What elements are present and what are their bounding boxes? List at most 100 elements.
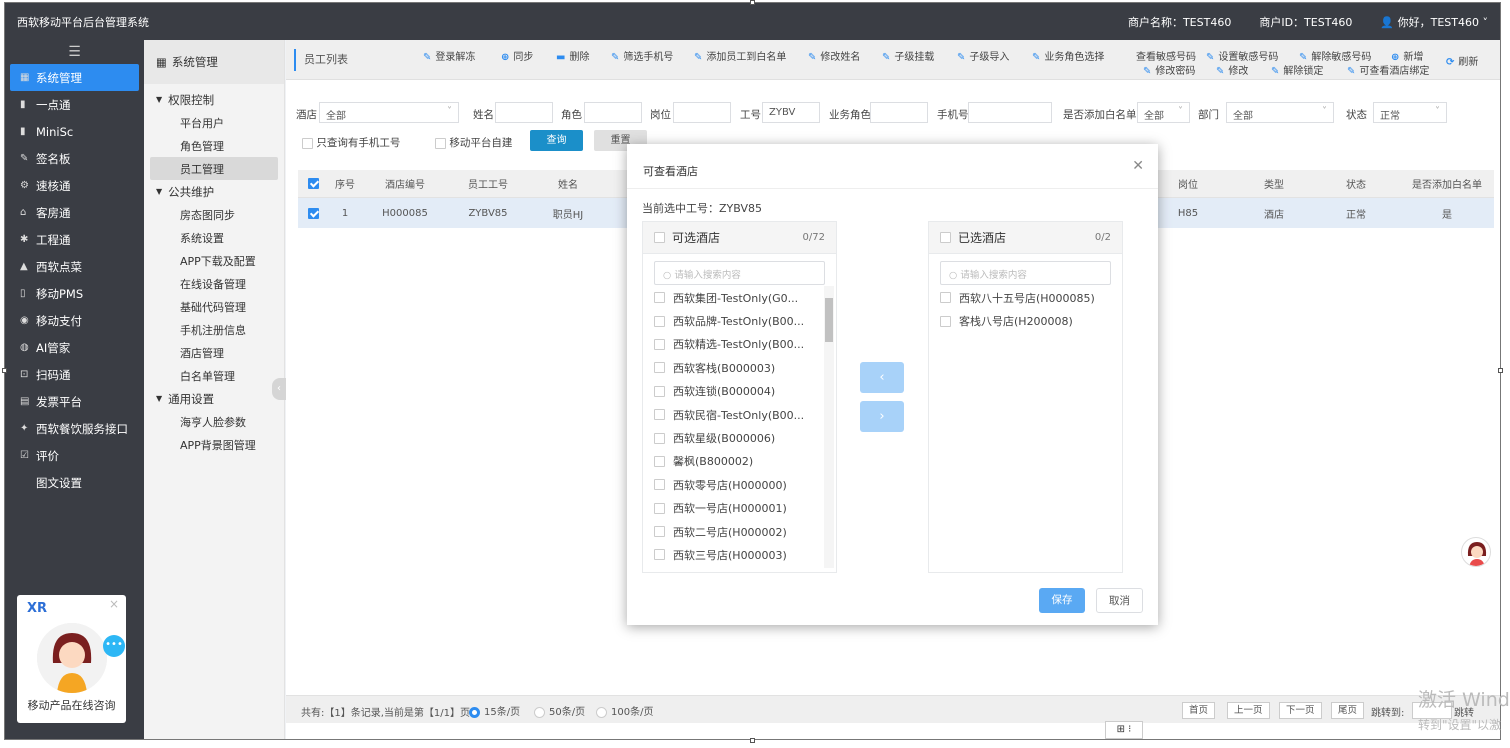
first-page-button[interactable]: 首页 bbox=[1182, 702, 1216, 719]
submenu-item[interactable]: APP背景图管理 bbox=[144, 433, 284, 456]
toolbar-button[interactable]: ✎ 子级导入 bbox=[957, 48, 1009, 63]
list-item[interactable]: 客栈八号店(H200008) bbox=[929, 309, 1108, 332]
toolbar-button[interactable]: ✎ 修改姓名 bbox=[808, 48, 860, 63]
checkbox[interactable] bbox=[654, 549, 665, 561]
sidebar-item[interactable]: ▤ 发票平台 bbox=[10, 388, 139, 415]
sidebar-item[interactable]: ◉ 移动支付 bbox=[10, 307, 139, 334]
page-size-15[interactable]: 15条/页 bbox=[469, 703, 520, 718]
checkbox[interactable] bbox=[940, 315, 951, 327]
sidebar-item[interactable]: ☑ 评价 bbox=[10, 442, 139, 469]
submenu-item[interactable]: 员工管理 bbox=[150, 157, 278, 180]
bizrole-input[interactable] bbox=[870, 102, 928, 123]
collapse-submenu-button[interactable]: ‹ bbox=[272, 378, 286, 400]
checkbox[interactable] bbox=[654, 479, 665, 491]
prev-page-button[interactable]: 上一页 bbox=[1227, 702, 1270, 719]
toolbar-button[interactable]: ✎ 登录解冻 bbox=[423, 48, 475, 63]
selected-search-input[interactable]: ○ 请输入搜索内容 bbox=[940, 261, 1111, 285]
resize-handle[interactable] bbox=[750, 738, 755, 743]
toolbar-button[interactable]: ✎ 解除锁定 bbox=[1271, 62, 1323, 77]
chat-widget[interactable]: XR × ••• 移动产品在线咨询 bbox=[17, 595, 126, 723]
page-size-50[interactable]: 50条/页 bbox=[534, 703, 585, 718]
list-item[interactable]: 西软民宿-TestOnly(B00... bbox=[643, 403, 822, 426]
toolbar-button[interactable]: ✎ 设置敏感号码 bbox=[1206, 48, 1278, 63]
checkbox[interactable] bbox=[654, 385, 665, 397]
select-all-checkbox[interactable] bbox=[940, 232, 951, 243]
list-item[interactable]: 西软零号店(H000000) bbox=[643, 473, 822, 496]
submenu-group[interactable]: ▼ 通用设置 bbox=[144, 387, 284, 410]
toolbar-button[interactable]: ⊕ 同步 bbox=[501, 48, 533, 63]
list-item[interactable]: 西软连锁(B000004) bbox=[643, 380, 822, 403]
checkbox[interactable] bbox=[654, 526, 665, 538]
row-checkbox[interactable] bbox=[298, 198, 328, 228]
grid-toggle-icon[interactable]: ⊞ ⁝ bbox=[1105, 721, 1143, 739]
next-page-button[interactable]: 下一页 bbox=[1279, 702, 1322, 719]
sidebar-item[interactable]: ⌂ 客房通 bbox=[10, 199, 139, 226]
toolbar-button[interactable]: ✎ 筛选手机号 bbox=[611, 48, 673, 63]
close-icon[interactable]: × bbox=[109, 597, 119, 611]
sidebar-item[interactable]: 图文设置 bbox=[10, 469, 139, 496]
list-item[interactable]: 西软二号店(H000002) bbox=[643, 520, 822, 543]
submenu-group[interactable]: ▼ 权限控制 bbox=[144, 88, 284, 111]
last-page-button[interactable]: 尾页 bbox=[1331, 702, 1365, 719]
list-item[interactable]: 西软八十五号店(H000085) bbox=[929, 286, 1108, 309]
move-left-button[interactable]: ‹ bbox=[860, 362, 904, 393]
move-right-button[interactable]: › bbox=[860, 401, 904, 432]
sidebar-item[interactable]: ▲ 西软点菜 bbox=[10, 253, 139, 280]
sidebar-item[interactable]: ✱ 工程通 bbox=[10, 226, 139, 253]
scrollbar-thumb[interactable] bbox=[825, 298, 833, 342]
list-item[interactable]: 西软三号店(H000003) bbox=[643, 543, 822, 566]
submenu-item[interactable]: 海亨人脸参数 bbox=[144, 410, 284, 433]
toolbar-button[interactable]: ✎ 子级挂载 bbox=[882, 48, 934, 63]
submenu-item[interactable]: APP下载及配置 bbox=[144, 249, 284, 272]
empno-input[interactable]: ZYBV bbox=[762, 102, 820, 123]
status-select[interactable]: 正常 ˅ bbox=[1373, 102, 1447, 123]
self-built-checkbox[interactable]: 移动平台自建 bbox=[435, 135, 512, 150]
dept-select[interactable]: 全部 ˅ bbox=[1226, 102, 1334, 123]
submenu-item[interactable]: 在线设备管理 bbox=[144, 272, 284, 295]
list-item[interactable]: 西软一号店(H000001) bbox=[643, 497, 822, 520]
list-item[interactable]: 馨枫(B800002) bbox=[643, 450, 822, 473]
checkbox[interactable] bbox=[654, 409, 665, 421]
sidebar-item[interactable]: ✦ 西软餐饮服务接口 bbox=[10, 415, 139, 442]
checkbox[interactable] bbox=[435, 137, 446, 149]
support-avatar-icon[interactable] bbox=[1461, 537, 1491, 567]
toolbar-button[interactable]: ✎ 解除敏感号码 bbox=[1299, 48, 1371, 63]
toolbar-button[interactable]: ✎ 添加员工到白名单 bbox=[694, 48, 786, 63]
hotel-select[interactable]: 全部 ˅ bbox=[319, 102, 459, 123]
submenu-item[interactable]: 角色管理 bbox=[144, 134, 284, 157]
phone-input[interactable] bbox=[968, 102, 1052, 123]
sidebar-item[interactable]: ⊡ 扫码通 bbox=[10, 361, 139, 388]
select-all-checkbox[interactable] bbox=[654, 232, 665, 243]
checkbox[interactable] bbox=[654, 292, 665, 304]
toolbar-button[interactable]: ▬ 删除 bbox=[556, 48, 589, 63]
sidebar-item[interactable]: ▦ 系统管理 bbox=[10, 64, 139, 91]
refresh-button[interactable]: ⟳ 刷新 bbox=[1446, 53, 1478, 68]
resize-handle[interactable] bbox=[1498, 368, 1503, 373]
sidebar-item[interactable]: ▮ 一点通 bbox=[10, 91, 139, 118]
save-button[interactable]: 保存 bbox=[1039, 588, 1085, 613]
submenu-item[interactable]: 房态图同步 bbox=[144, 203, 284, 226]
sidebar-item[interactable]: ▮ MiniSc bbox=[10, 118, 139, 145]
checkbox[interactable] bbox=[654, 315, 665, 327]
resize-handle[interactable] bbox=[750, 0, 755, 5]
toolbar-button[interactable]: ✎ 可查看酒店绑定 bbox=[1347, 62, 1429, 77]
submenu-group[interactable]: ▼ 公共维护 bbox=[144, 180, 284, 203]
submenu-item[interactable]: 手机注册信息 bbox=[144, 318, 284, 341]
checkbox[interactable] bbox=[654, 432, 665, 444]
checkbox[interactable] bbox=[654, 362, 665, 374]
close-icon[interactable]: ✕ bbox=[1132, 158, 1144, 174]
resize-handle[interactable] bbox=[2, 368, 7, 373]
checkbox[interactable] bbox=[654, 338, 665, 350]
sidebar-item[interactable]: ✎ 签名板 bbox=[10, 145, 139, 172]
submenu-item[interactable]: 平台用户 bbox=[144, 111, 284, 134]
list-item[interactable]: 西软集团-TestOnly(G0... bbox=[643, 286, 822, 309]
toolbar-button[interactable]: ✎ 业务角色选择 bbox=[1032, 48, 1104, 63]
toolbar-button[interactable]: 查看敏感号码 bbox=[1132, 48, 1196, 63]
name-input[interactable] bbox=[495, 102, 553, 123]
menu-toggle-icon[interactable]: ☰ bbox=[5, 40, 144, 64]
list-item[interactable]: 西软客栈(B000003) bbox=[643, 356, 822, 379]
toolbar-button[interactable]: ✎ 修改 bbox=[1216, 62, 1248, 77]
whitelist-select[interactable]: 全部 ˅ bbox=[1137, 102, 1190, 123]
query-button[interactable]: 查询 bbox=[530, 130, 583, 151]
list-item[interactable]: 西软精选-TestOnly(B00... bbox=[643, 333, 822, 356]
